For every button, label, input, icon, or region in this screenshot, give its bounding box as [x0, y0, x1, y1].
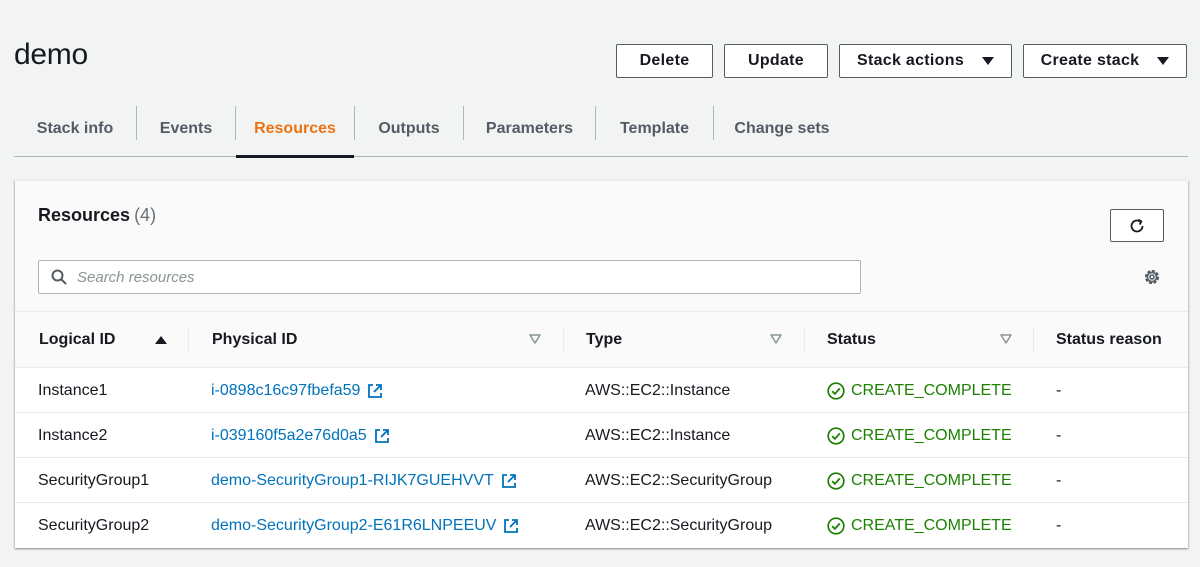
resources-panel: Resources(4) Logical: [15, 180, 1188, 548]
physical-id-cell: demo-SecurityGroup1-RIJK7GUEHVVT: [211, 458, 517, 503]
status-cell: CREATE_COMPLETE: [827, 368, 1012, 413]
table-header: Logical ID Physical ID Type Status Statu…: [15, 312, 1188, 368]
physical-id-link[interactable]: i-039160f5a2e76d0a5: [211, 427, 367, 445]
caret-down-outline-icon[interactable]: [1000, 334, 1012, 344]
status-reason-cell: -: [1056, 426, 1062, 444]
tab-resources[interactable]: Resources: [236, 100, 354, 158]
type-cell: AWS::EC2::Instance: [585, 426, 731, 444]
check-circle-icon: [827, 471, 845, 490]
caret-down-icon: [1157, 57, 1170, 65]
search-icon: [51, 268, 69, 286]
status-text: CREATE_COMPLETE: [851, 426, 1012, 444]
column-divider: [563, 326, 564, 354]
create-stack-label: Create stack: [1040, 52, 1140, 69]
table-row: Instance2 i-039160f5a2e76d0a5 AWS::EC2::…: [15, 413, 1188, 458]
check-circle-icon: [827, 516, 845, 535]
tab-parameters[interactable]: Parameters: [464, 100, 595, 157]
tab-stack-info[interactable]: Stack info: [14, 100, 136, 157]
resources-panel-header: Resources (4): [15, 181, 1188, 312]
delete-button[interactable]: Delete: [616, 44, 713, 78]
caret-down-outline-icon[interactable]: [770, 334, 782, 344]
status-text: CREATE_COMPLETE: [851, 471, 1012, 489]
tab-outputs[interactable]: Outputs: [355, 100, 463, 157]
tab-change-sets[interactable]: Change sets: [714, 100, 850, 157]
resources-title: Resources: [38, 205, 131, 225]
column-header-status-reason[interactable]: Status reason: [1056, 312, 1162, 368]
external-link-icon[interactable]: [374, 428, 390, 444]
status-cell: CREATE_COMPLETE: [827, 503, 1012, 548]
physical-id-link[interactable]: demo-SecurityGroup1-RIJK7GUEHVVT: [211, 472, 494, 490]
status-reason-cell: -: [1056, 381, 1062, 399]
logical-id-cell: Instance2: [38, 426, 108, 444]
gear-icon[interactable]: [1142, 267, 1162, 287]
table-row: SecurityGroup1 demo-SecurityGroup1-RIJK7…: [15, 458, 1188, 503]
resources-count: (4): [134, 205, 157, 225]
status-text: CREATE_COMPLETE: [851, 381, 1012, 399]
physical-id-link[interactable]: demo-SecurityGroup2-E61R6LNPEEUV: [211, 517, 496, 535]
status-reason-cell: -: [1056, 516, 1062, 534]
column-divider: [188, 326, 189, 354]
caret-down-outline-icon[interactable]: [529, 334, 541, 344]
column-divider: [1033, 326, 1034, 354]
status-cell: CREATE_COMPLETE: [827, 458, 1012, 503]
refresh-button[interactable]: [1110, 209, 1164, 242]
physical-id-cell: demo-SecurityGroup2-E61R6LNPEEUV: [211, 503, 519, 548]
status-cell: CREATE_COMPLETE: [827, 413, 1012, 458]
stack-actions-button[interactable]: Stack actions: [839, 44, 1012, 78]
type-cell: AWS::EC2::Instance: [585, 381, 731, 399]
resources-heading: Resources (4): [38, 205, 156, 226]
tab-bar: Stack info Events Resources Outputs Para…: [14, 100, 1188, 158]
check-circle-icon: [827, 426, 845, 445]
table-row: Instance1 i-0898c16c97fbefa59 AWS::EC2::…: [15, 368, 1188, 413]
page-title: demo: [14, 38, 88, 71]
logical-id-cell: SecurityGroup2: [38, 516, 150, 534]
column-header-type[interactable]: Type: [586, 312, 622, 368]
physical-id-link[interactable]: i-0898c16c97fbefa59: [211, 382, 360, 400]
external-link-icon[interactable]: [503, 518, 519, 534]
physical-id-cell: i-0898c16c97fbefa59: [211, 368, 383, 413]
external-link-icon[interactable]: [367, 383, 383, 399]
caret-up-icon[interactable]: [155, 336, 167, 344]
create-stack-button[interactable]: Create stack: [1023, 44, 1187, 78]
column-divider: [804, 326, 805, 354]
search-input[interactable]: [77, 263, 837, 291]
column-header-logical-id[interactable]: Logical ID: [39, 312, 115, 368]
search-field[interactable]: [38, 260, 861, 294]
column-header-status[interactable]: Status: [827, 312, 876, 368]
stack-actions-label: Stack actions: [856, 52, 965, 69]
logical-id-cell: SecurityGroup1: [38, 471, 150, 489]
caret-down-icon: [982, 57, 995, 65]
type-cell: AWS::EC2::SecurityGroup: [585, 471, 773, 489]
logical-id-cell: Instance1: [38, 381, 108, 399]
status-text: CREATE_COMPLETE: [851, 516, 1012, 534]
external-link-icon[interactable]: [501, 473, 517, 489]
update-button-label: Update: [747, 52, 805, 69]
column-header-physical-id[interactable]: Physical ID: [212, 312, 297, 368]
table-body: Instance1 i-0898c16c97fbefa59 AWS::EC2::…: [15, 368, 1188, 549]
delete-button-label: Delete: [639, 52, 690, 69]
tab-template[interactable]: Template: [596, 100, 713, 157]
status-reason-cell: -: [1056, 471, 1062, 489]
physical-id-cell: i-039160f5a2e76d0a5: [211, 413, 390, 458]
table-row: SecurityGroup2 demo-SecurityGroup2-E61R6…: [15, 503, 1188, 548]
type-cell: AWS::EC2::SecurityGroup: [585, 516, 773, 534]
tab-events[interactable]: Events: [137, 100, 235, 157]
check-circle-icon: [827, 381, 845, 400]
update-button[interactable]: Update: [724, 44, 828, 78]
refresh-icon: [1130, 218, 1144, 232]
